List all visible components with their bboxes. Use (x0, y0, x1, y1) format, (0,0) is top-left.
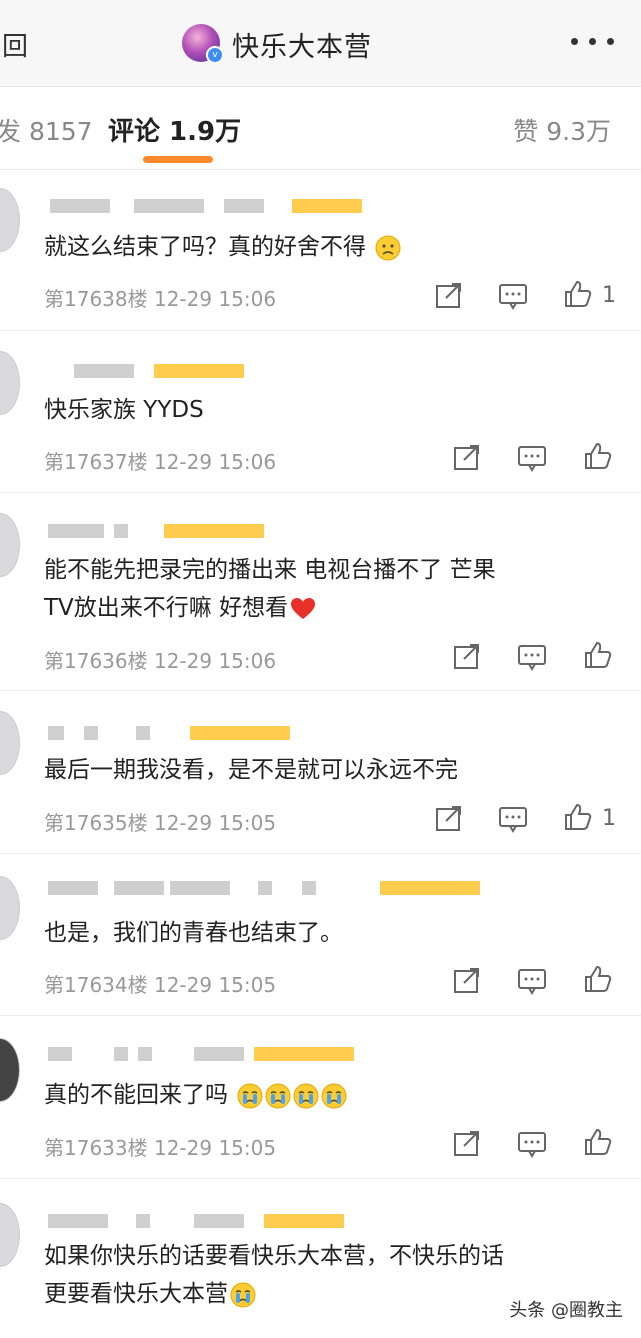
username-blurred[interactable] (44, 361, 364, 381)
like-icon[interactable] (563, 803, 593, 831)
avatar[interactable] (0, 351, 20, 415)
crying-emoji-icon (237, 1083, 263, 1108)
repost-icon[interactable] (452, 643, 482, 671)
repost-icon[interactable] (434, 282, 464, 310)
comment-meta: 第17633楼 12-29 15:05 (44, 1136, 277, 1160)
comment-meta: 第17638楼 12-29 15:06 (44, 287, 277, 311)
comment-text: 也是，我们的青春也结束了。 (44, 920, 343, 946)
username-blurred[interactable] (44, 1211, 364, 1231)
comment-item: 也是，我们的青春也结束了。 第17634楼 12-29 15:05 (0, 854, 641, 1016)
crying-emoji-icon (293, 1083, 319, 1108)
more-icon[interactable] (565, 36, 621, 50)
comment-item: 真的不能回来了吗 第17633楼 12-29 15:05 (0, 1016, 641, 1179)
crying-emoji-icon (230, 1282, 256, 1307)
comment-item: 最后一期我没看，是不是就可以永远不完 第17635楼 12-29 15:05 1 (0, 691, 641, 854)
account-avatar[interactable]: v (182, 24, 224, 64)
comment-icon[interactable] (498, 282, 528, 310)
repost-icon[interactable] (434, 805, 464, 833)
like-icon[interactable] (563, 280, 593, 308)
like-icon[interactable] (583, 1128, 613, 1156)
like-count: 1 (602, 283, 616, 308)
comment-icon[interactable] (517, 1130, 547, 1158)
heart-emoji-icon (291, 597, 316, 619)
avatar[interactable] (0, 513, 20, 577)
comment-text: 真的不能回来了吗 (44, 1076, 634, 1114)
tab-repost[interactable]: 发 8157 (0, 112, 93, 148)
like-icon[interactable] (583, 965, 613, 993)
username-blurred[interactable] (44, 521, 364, 541)
username-blurred[interactable] (44, 1044, 364, 1064)
avatar[interactable] (0, 1038, 20, 1102)
comment-meta: 第17637楼 12-29 15:06 (44, 450, 277, 474)
tab-active-indicator (143, 156, 213, 163)
sad-emoji-icon (375, 235, 401, 260)
comment-item: 就这么结束了吗？真的好舍不得 第17638楼 12-29 15:06 1 (0, 170, 641, 331)
avatar[interactable] (0, 711, 20, 775)
repost-icon[interactable] (452, 1130, 482, 1158)
repost-icon[interactable] (452, 444, 482, 472)
comment-icon[interactable] (498, 805, 528, 833)
back-button[interactable]: 回 (2, 26, 28, 63)
like-icon[interactable] (583, 442, 613, 470)
comment-meta: 第17635楼 12-29 15:05 (44, 811, 277, 835)
username-blurred[interactable] (44, 723, 364, 743)
comment-text: 就这么结束了吗？真的好舍不得 (44, 228, 634, 266)
tab-comment[interactable]: 评论 1.9万 (108, 111, 241, 148)
repost-icon[interactable] (452, 967, 482, 995)
crying-emoji-icon (321, 1083, 347, 1108)
tab-like[interactable]: 赞 9.3万 (513, 112, 611, 148)
top-bar: 回 v 快乐大本营 (0, 0, 641, 87)
verified-icon: v (206, 46, 224, 64)
comment-text: 快乐家族 YYDS (44, 397, 204, 423)
comment-icon[interactable] (517, 643, 547, 671)
comment-item: 快乐家族 YYDS 第17637楼 12-29 15:06 (0, 331, 641, 493)
comment-text: 最后一期我没看，是不是就可以永远不完 (44, 757, 458, 783)
comment-icon[interactable] (517, 967, 547, 995)
watermark: 头条 @圈教主 (509, 1296, 623, 1322)
avatar[interactable] (0, 1203, 20, 1267)
comment-icon[interactable] (517, 444, 547, 472)
crying-emoji-icon (265, 1083, 291, 1108)
tab-bar: 发 8157 评论 1.9万 赞 9.3万 (0, 87, 641, 170)
avatar[interactable] (0, 876, 20, 940)
comment-meta: 第17634楼 12-29 15:05 (44, 973, 277, 997)
comment-meta: 第17636楼 12-29 15:06 (44, 649, 277, 673)
like-icon[interactable] (583, 641, 613, 669)
username-blurred[interactable] (44, 878, 480, 898)
comment-text: 能不能先把录完的播出来 电视台播不了 芒果 TV放出来不行嘛 好想看 (44, 557, 496, 621)
username-blurred[interactable] (44, 196, 364, 216)
like-count: 1 (602, 806, 616, 831)
account-name[interactable]: 快乐大本营 (232, 25, 372, 64)
comment-item: 能不能先把录完的播出来 电视台播不了 芒果 TV放出来不行嘛 好想看 第1763… (0, 493, 641, 691)
avatar[interactable] (0, 188, 20, 252)
